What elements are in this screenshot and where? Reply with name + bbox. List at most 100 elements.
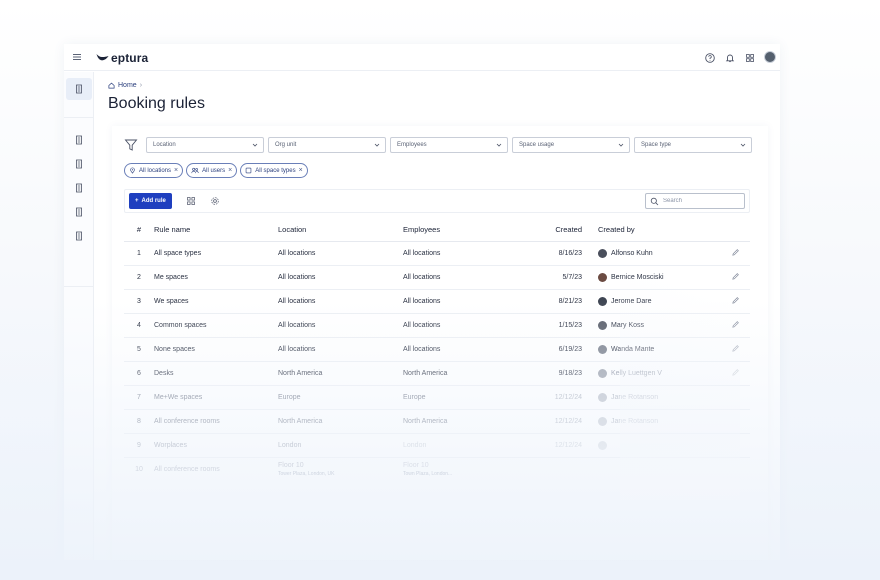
table-row[interactable]: 3 We spaces All locations All locations 8/21… [124, 289, 750, 314]
rule-name[interactable]: Me+We spaces [154, 385, 278, 410]
rule-created-by-cell: Bernice Mosciski [590, 265, 720, 290]
edit-cell [720, 241, 750, 266]
row-number: 4 [124, 313, 154, 338]
chip-label: All locations [139, 167, 172, 174]
chip-label: All users [202, 167, 226, 174]
filter-icon[interactable] [124, 138, 138, 152]
edit-pencil-icon[interactable] [731, 320, 740, 329]
rule-name[interactable]: All space types [154, 241, 278, 266]
rule-created-date: 1/15/23 [525, 313, 590, 338]
search-box[interactable] [645, 193, 745, 209]
rule-name[interactable]: All conference rooms [154, 409, 278, 434]
page-title: Booking rules [108, 95, 205, 112]
rule-employees: London [403, 433, 525, 458]
edit-pencil-icon[interactable] [731, 344, 740, 353]
plus-icon: + [135, 198, 139, 204]
sidebar-item-6[interactable] [72, 229, 86, 243]
rule-location: All locations [278, 265, 403, 290]
column-header-location[interactable]: Location [278, 219, 403, 242]
table-toolbar: + Add rule [124, 189, 750, 213]
search-icon [650, 197, 659, 205]
building-icon [76, 183, 82, 193]
rule-employees-cell: Floor 10 Town Plaza, London... [403, 457, 525, 481]
user-avatar [598, 320, 607, 330]
help-icon[interactable] [704, 51, 716, 63]
rule-employees: All locations [403, 265, 525, 290]
app-grid-icon[interactable] [744, 51, 756, 63]
table-row[interactable]: 7 Me+We spaces Europe Europe 12/12/24 Jane Ro… [124, 385, 750, 410]
filter-employees-dropdown[interactable]: Employees [390, 137, 508, 153]
filter-location-label: Location [153, 142, 176, 148]
filter-space-type-dropdown[interactable]: Space type [634, 137, 752, 153]
chevron-down-icon [740, 143, 746, 147]
add-rule-button[interactable]: + Add rule [129, 193, 172, 209]
table-row[interactable]: 5 None spaces All locations All locations 6/… [124, 337, 750, 362]
sidebar-item-2[interactable] [72, 133, 86, 147]
chip-remove-icon[interactable]: × [174, 167, 178, 174]
chip-all-users[interactable]: All users × [186, 163, 238, 178]
rule-location-sub: Tower Plaza, London, UK [278, 470, 335, 477]
filter-org-unit-label: Org unit [275, 142, 297, 148]
filter-location-dropdown[interactable]: Location [146, 137, 264, 153]
sidebar-item-booking[interactable] [66, 78, 92, 100]
rule-name[interactable]: All conference rooms [154, 457, 278, 481]
grid-view-icon[interactable] [186, 196, 196, 206]
edit-cell [720, 385, 750, 410]
edit-cell [720, 433, 750, 458]
row-number: 1 [124, 241, 154, 266]
column-header-number[interactable]: # [124, 219, 154, 242]
rule-name[interactable]: Worplaces [154, 433, 278, 458]
rule-location: Europe [278, 385, 403, 410]
user-avatar [598, 248, 607, 258]
rule-location: London [278, 433, 403, 458]
sidebar-item-4[interactable] [72, 181, 86, 195]
rule-name[interactable]: Desks [154, 361, 278, 386]
column-header-actions [720, 219, 750, 242]
notification-bell-icon[interactable] [724, 51, 736, 63]
filter-org-unit-dropdown[interactable]: Org unit [268, 137, 386, 153]
brand-logo[interactable]: eptura [96, 51, 148, 65]
rule-employees: All locations [403, 289, 525, 314]
column-header-created-by[interactable]: Created by [590, 219, 720, 242]
rule-created-by-cell: Jane Rotanson [590, 385, 720, 410]
edit-pencil-icon[interactable] [731, 248, 740, 257]
user-avatar[interactable] [764, 51, 776, 63]
chip-remove-icon[interactable]: × [299, 167, 303, 174]
search-input[interactable] [663, 198, 733, 204]
column-header-employees[interactable]: Employees [403, 219, 525, 242]
rule-name[interactable]: None spaces [154, 337, 278, 362]
home-icon [108, 82, 115, 89]
rule-name[interactable]: We spaces [154, 289, 278, 314]
rule-created-date: 12/12/24 [525, 433, 590, 458]
chip-all-locations[interactable]: All locations × [124, 163, 184, 178]
column-header-created[interactable]: Created [525, 219, 590, 242]
table-row[interactable]: 1 All space types All locations All locatio… [124, 241, 750, 266]
table-row[interactable]: 9 Worplaces London London 12/12/24 [124, 433, 750, 458]
table-row[interactable]: 6 Desks North America North America 9/18/23 K… [124, 361, 750, 386]
rule-created-date: 12/12/24 [525, 409, 590, 434]
chip-remove-icon[interactable]: × [228, 167, 232, 174]
rule-location-cell: Floor 10 Tower Plaza, London, UK [278, 457, 403, 481]
table-row[interactable]: 10 All conference rooms Floor 10 Tower Plaz… [124, 457, 750, 481]
column-header-rule-name[interactable]: Rule name [154, 219, 278, 242]
chip-all-space-types[interactable]: All space types × [240, 163, 308, 178]
table-row[interactable]: 4 Common spaces All locations All locations… [124, 313, 750, 338]
rule-name[interactable]: Me spaces [154, 265, 278, 290]
table-row[interactable]: 8 All conference rooms North America North … [124, 409, 750, 434]
rule-created-date: 6/19/23 [525, 337, 590, 362]
rule-location: Floor 10 [278, 461, 304, 469]
edit-pencil-icon[interactable] [731, 368, 740, 377]
rule-created-by: Bernice Mosciski [611, 273, 664, 281]
sidebar [64, 72, 94, 560]
table-row[interactable]: 2 Me spaces All locations All locations 5/7/… [124, 265, 750, 290]
edit-pencil-icon[interactable] [731, 296, 740, 305]
row-number: 8 [124, 409, 154, 434]
hamburger-menu-icon[interactable] [72, 52, 82, 62]
edit-pencil-icon[interactable] [731, 272, 740, 281]
sidebar-item-5[interactable] [72, 205, 86, 219]
settings-gear-icon[interactable] [210, 196, 220, 206]
sidebar-item-3[interactable] [72, 157, 86, 171]
breadcrumb-home-link[interactable]: Home [118, 82, 137, 89]
filter-space-usage-dropdown[interactable]: Space usage [512, 137, 630, 153]
rule-name[interactable]: Common spaces [154, 313, 278, 338]
